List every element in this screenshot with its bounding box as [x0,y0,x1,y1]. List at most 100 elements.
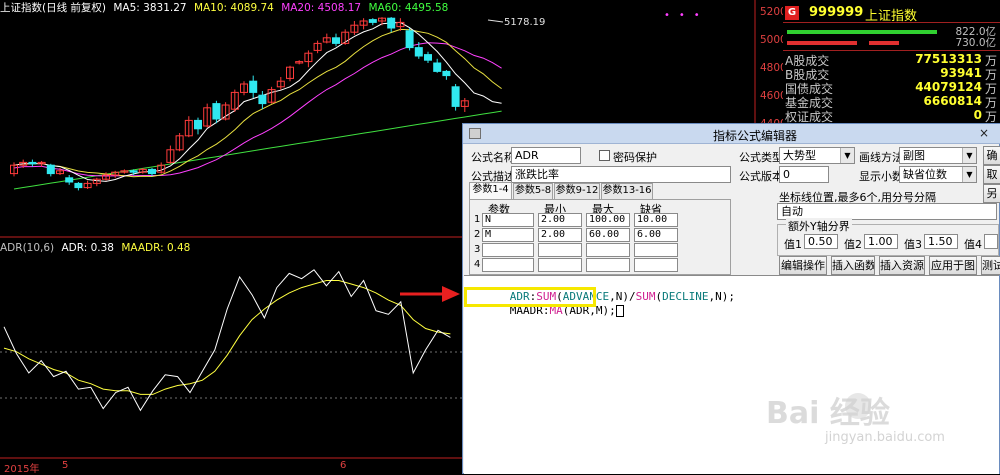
tab-params-1-4[interactable]: 参数1-4 [469,182,512,199]
adr-line [3,269,451,412]
decimal-value: 缺省位数 [903,168,947,181]
password-checkbox[interactable] [599,150,610,161]
val4-field[interactable] [984,234,998,249]
param-min-cell[interactable] [538,258,582,272]
tab-params-5-8[interactable]: 参数5-8 [513,183,553,199]
formula-name-field[interactable]: ADR [511,147,581,164]
dialog-titlebar[interactable]: 指标公式编辑器 × [463,124,1000,144]
chevron-down-icon[interactable]: ▼ [962,148,976,163]
flag-badge: G [785,6,799,20]
candle-down [249,80,258,93]
formula-desc-field[interactable]: 涨跌比率 [511,166,731,183]
formula-editor-dialog[interactable]: 指标公式编辑器 × 公式名称 ADR 密码保护 公式描述 涨跌比率 公式类型 大… [462,123,1000,474]
save-as-button[interactable]: 另 [983,184,1000,203]
dialog-title: 指标公式编辑器 [713,129,798,143]
formula-name-label: 公式名称 [471,151,515,164]
chevron-down-icon[interactable]: ▼ [840,148,854,163]
formula-type-label: 公式类型 [739,151,783,164]
param-row-number: 3 [474,244,481,255]
ma60-line [13,110,502,190]
ok-button[interactable]: 确 [983,146,1000,165]
param-default-cell[interactable]: 10.00 [634,213,678,227]
param-name-cell[interactable] [482,243,534,257]
val2-field[interactable]: 1.00 [864,234,898,249]
val3-label: 值3 [904,238,922,251]
red-volume-bar-1 [787,41,857,45]
indicator-name: ADR(10,6) [0,242,55,254]
tab-params-9-12[interactable]: 参数9-12 [554,183,600,199]
param-max-cell[interactable]: 60.00 [586,228,630,242]
decimal-select[interactable]: 缺省位数 ▼ [899,166,977,183]
candle-down [46,164,55,175]
param-min-cell[interactable] [538,243,582,257]
val4-label: 值4 [964,238,982,251]
app-icon [469,128,481,139]
date-label: 5 [62,460,69,471]
maadr-line [3,280,451,395]
val3-field[interactable]: 1.50 [924,234,958,249]
ma60-label: MA60: 4495.58 [368,2,449,14]
param-default-cell[interactable] [634,258,678,272]
edit-ops-button[interactable]: 编辑操作 [779,256,827,275]
val1-label: 值1 [784,238,802,251]
formula-type-select[interactable]: 大势型 ▼ [779,147,855,164]
code-token: SUM [635,290,656,303]
param-max-cell[interactable]: 100.00 [586,213,630,227]
draw-method-select[interactable]: 副图 ▼ [899,147,977,164]
maadr-value-label: MAADR: 0.48 [121,242,191,254]
code-token: DECLINE [662,290,709,303]
row-value: 6660814 [923,94,982,108]
param-max-cell[interactable] [586,243,630,257]
candle-down [451,86,460,107]
quote-row: A股成交 77513313 万 [783,52,1000,68]
indicator-header: ADR(10,6) ADR: 0.38 MAADR: 0.48 [0,242,194,254]
watermark-url: jingyan.baidu.com [825,430,945,445]
candle-down [74,182,83,189]
param-name-cell[interactable] [482,258,534,272]
red-volume-bar-2 [869,41,899,45]
param-name-cell[interactable]: M [482,228,534,242]
param-min-cell[interactable]: 2.00 [538,228,582,242]
extra-y-axis-label: 额外Y轴分界 [786,218,852,234]
ma5-label: MA5: 3831.27 [113,2,187,14]
red-arrow [400,286,460,302]
row-value: 77513313 [915,52,982,66]
param-default-cell[interactable] [634,243,678,257]
adr-value-label: ADR: 0.38 [61,242,114,254]
quote-header: G 999999 上证指数 [783,2,1000,24]
candle-down [212,103,221,120]
quote-row: 国债成交 44079124 万 [783,80,1000,96]
param-table: 参数 最小 最大 缺省 1 N 2.00 100.00 10.00 2 M 2.… [469,199,731,275]
stock-code: 999999 [809,5,864,20]
chart-title: 上证指数(日线 前复权) [0,2,107,14]
chart-header: 上证指数(日线 前复权) MA5: 3831.27 MA10: 4089.74 … [0,0,452,14]
test-button[interactable]: 测试 [981,256,1000,275]
param-min-cell[interactable]: 2.00 [538,213,582,227]
insert-resource-button[interactable]: 插入资源 [879,256,925,275]
formula-version-field[interactable]: 0 [779,166,829,183]
tab-params-13-16[interactable]: 参数13-16 [601,183,653,199]
apply-to-chart-button[interactable]: 应用于图 [929,256,977,275]
date-label: 6 [340,460,347,471]
candle-down [433,62,442,72]
code-token: ,N); [708,290,735,303]
formula-type-value: 大势型 [783,149,816,162]
ma5-line [13,21,502,182]
green-volume-bar [787,30,937,34]
cancel-button[interactable]: 取 [983,165,1000,184]
param-default-cell[interactable]: 6.00 [634,228,678,242]
chevron-down-icon[interactable]: ▼ [962,167,976,182]
bar2-value: 730.0亿 [955,37,996,49]
extra-y-axis-group: 额外Y轴分界 值1 0.50 值2 1.00 值3 1.50 值4 [777,218,999,256]
row-value: 93941 [940,66,982,80]
param-name-cell[interactable]: N [482,213,534,227]
draw-method-value: 副图 [903,149,925,162]
close-icon[interactable]: × [971,126,997,141]
watermark-brand: Bai 经验 [766,396,890,431]
highlight-box [464,287,596,307]
val1-field[interactable]: 0.50 [804,234,838,249]
insert-function-button[interactable]: 插入函数 [831,256,875,275]
param-max-cell[interactable] [586,258,630,272]
candle-down [405,30,414,49]
divider [783,50,1000,51]
